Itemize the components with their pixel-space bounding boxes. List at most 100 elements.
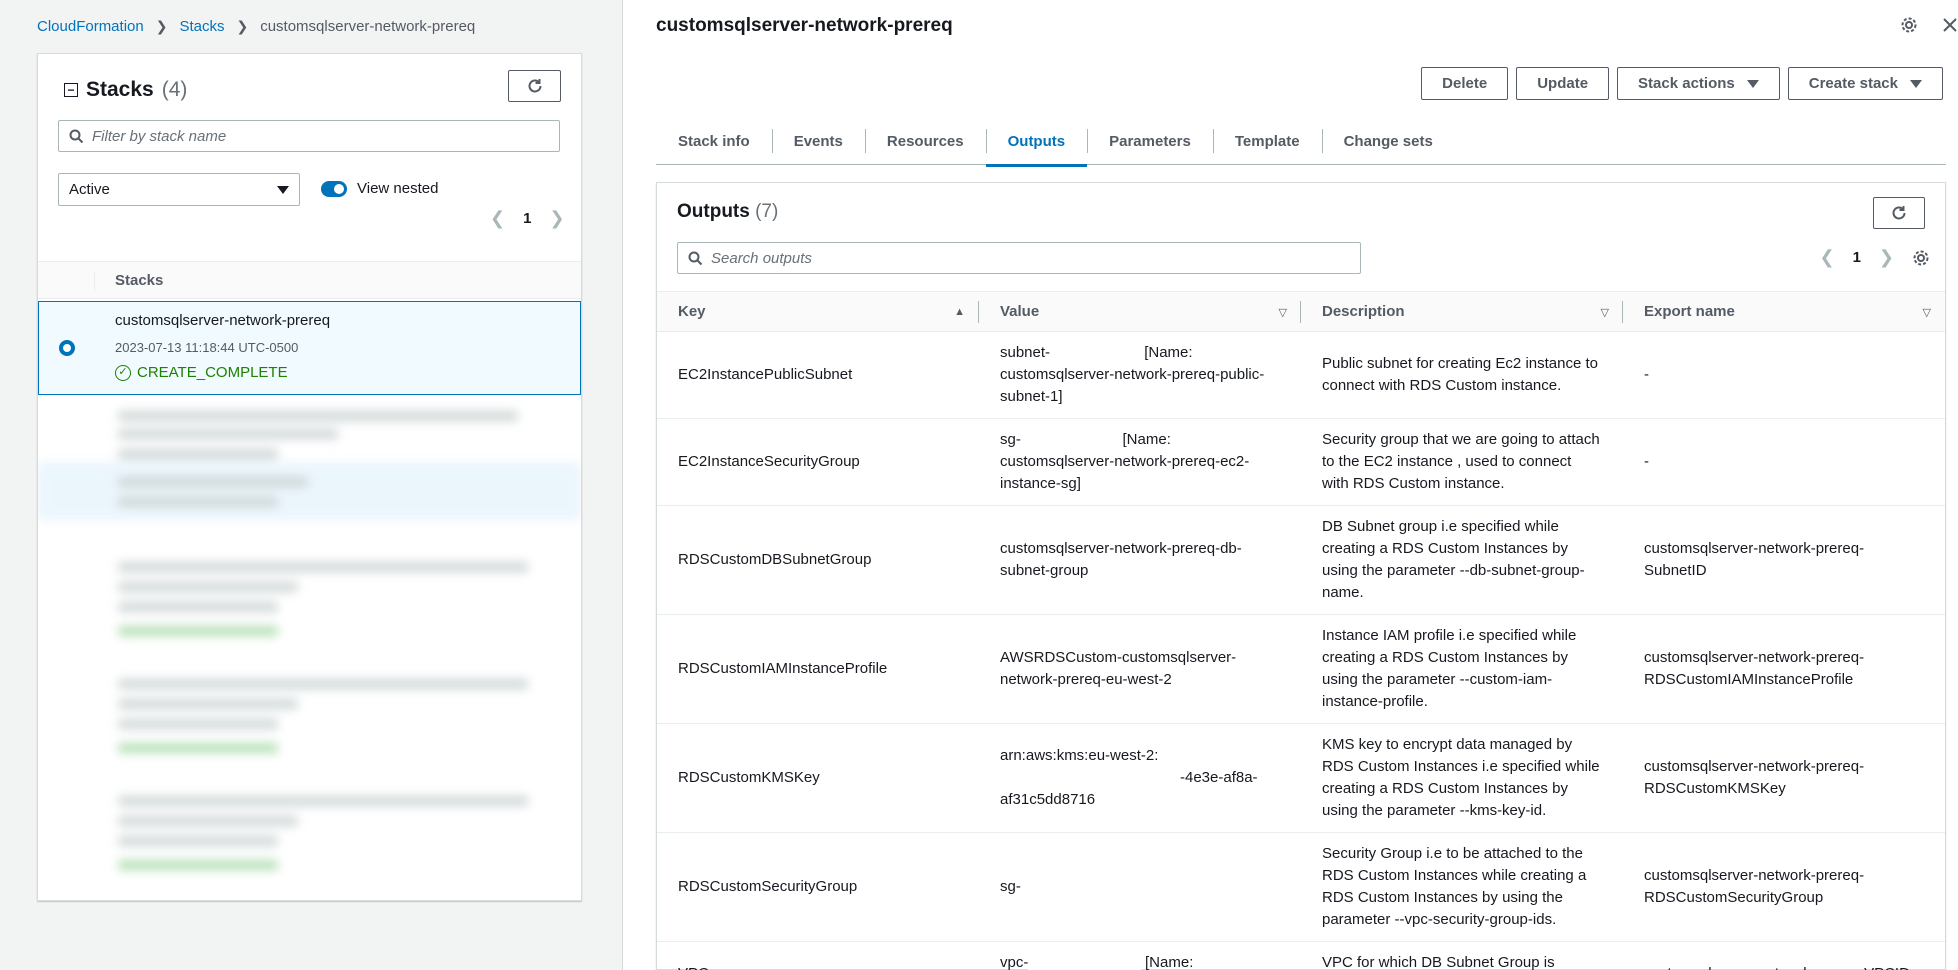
output-value-prefix: subnet- (1000, 344, 1051, 361)
column-key[interactable]: Key ▲ (657, 291, 979, 332)
redacted-value: xxxxxxxxxxxxxxx (1020, 876, 1134, 898)
tab-events[interactable]: Events (771, 117, 865, 165)
stack-actions-button[interactable]: Stack actions (1617, 67, 1780, 100)
stack-name[interactable]: customsqlserver-network-prereq (115, 312, 330, 329)
filter-placeholder: Filter by stack name (92, 127, 227, 145)
view-nested-label: View nested (357, 180, 439, 197)
stacks-card: − Stacks (4) Filter by stack name Active… (37, 53, 582, 901)
output-export: customsqlserver-network-prereq-RDSCustom… (1623, 723, 1945, 833)
blurred-stack-rows (38, 778, 581, 888)
gear-icon[interactable] (1912, 249, 1930, 267)
panel-top-icons (1900, 16, 1958, 34)
output-description: VPC for which DB Subnet Group is created… (1301, 941, 1623, 970)
redacted-value: xxxxxxxxxxxxxxx (1028, 952, 1141, 970)
breadcrumb-stacks[interactable]: Stacks (179, 18, 224, 35)
sort-icon[interactable]: ▽ (1601, 306, 1609, 319)
column-divider (94, 271, 95, 291)
update-button[interactable]: Update (1516, 67, 1610, 100)
outputs-title: Outputs (677, 201, 750, 222)
column-export-name[interactable]: Export name ▽ (1623, 291, 1945, 332)
status-filter-select[interactable]: Active (58, 173, 300, 206)
update-button-label: Update (1537, 75, 1589, 92)
output-key: VPC (657, 941, 979, 970)
prev-page-icon[interactable]: ❮ (1819, 247, 1834, 268)
stack-actions-label: Stack actions (1638, 75, 1735, 92)
column-description[interactable]: Description ▽ (1301, 291, 1623, 332)
column-value[interactable]: Value ▽ (979, 291, 1301, 332)
refresh-stacks-button[interactable] (508, 70, 561, 102)
status-filter-value: Active (69, 181, 110, 198)
stacks-pagination: ❮ 1 ❯ (490, 208, 565, 229)
output-key: RDSCustomIAMInstanceProfile (657, 614, 979, 724)
output-export: customsqlserver-network-prereq-RDSCustom… (1623, 832, 1945, 942)
output-description: Instance IAM profile i.e specified while… (1301, 614, 1623, 724)
output-description: Security group that we are going to atta… (1301, 418, 1623, 506)
prev-page-icon[interactable]: ❮ (490, 208, 505, 229)
check-circle-icon: ✓ (115, 364, 131, 381)
refresh-icon (1892, 206, 1906, 220)
chevron-right-icon: ❯ (155, 17, 168, 34)
delete-button[interactable]: Delete (1421, 67, 1509, 100)
output-key: RDSCustomSecurityGroup (657, 832, 979, 942)
stack-date: 2023-07-13 11:18:44 UTC-0500 (115, 340, 299, 355)
caret-down-icon (1910, 79, 1922, 88)
stacks-panel: CloudFormation ❯ Stacks ❯ customsqlserve… (0, 0, 622, 970)
breadcrumb-current: customsqlserver-network-prereq (260, 17, 476, 35)
create-stack-button[interactable]: Create stack (1787, 67, 1943, 100)
close-icon[interactable] (1942, 17, 1958, 33)
output-export: - (1623, 331, 1945, 419)
table-row: RDSCustomSecurityGroup sg-xxxxxxxxxxxxxx… (657, 832, 1945, 942)
search-outputs-input[interactable]: Search outputs (677, 242, 1361, 274)
next-page-icon[interactable]: ❯ (549, 208, 564, 229)
sort-ascending-icon[interactable]: ▲ (954, 306, 965, 318)
redacted-value: xxxxxxxxxxxx (1050, 342, 1141, 364)
stack-row-selected[interactable]: customsqlserver-network-prereq 2023-07-1… (38, 301, 581, 395)
stacks-page-number[interactable]: 1 (523, 210, 531, 227)
table-row: EC2InstancePublicSubnet subnet-xxxxxxxxx… (657, 331, 1945, 419)
next-page-icon[interactable]: ❯ (1879, 247, 1894, 268)
view-nested-toggle[interactable] (321, 180, 347, 197)
tab-outputs[interactable]: Outputs (985, 117, 1088, 167)
tab-stack-info[interactable]: Stack info (656, 117, 772, 165)
output-description: Public subnet for creating Ec2 instance … (1301, 331, 1623, 419)
stack-status: ✓ CREATE_COMPLETE (115, 364, 288, 381)
collapse-icon[interactable]: − (64, 83, 78, 97)
gear-icon[interactable] (1900, 16, 1918, 34)
sort-icon[interactable]: ▽ (1279, 306, 1287, 319)
output-export: customsqlserver-network-prereq-RDSCustom… (1623, 614, 1945, 724)
breadcrumb-cloudformation[interactable]: CloudFormation (37, 18, 144, 35)
output-key: EC2InstancePublicSubnet (657, 331, 979, 419)
output-value: vpc-xxxxxxxxxxxxxxx [Name: customsqlserv… (979, 941, 1301, 970)
output-value: customsqlserver-network-prereq-db-subnet… (979, 505, 1301, 615)
output-value: arn:aws:kms:eu-west-2: xxxxxxxxxxxxxxxxxx… (979, 723, 1301, 833)
chevron-right-icon: ❯ (236, 17, 249, 34)
tab-parameters[interactable]: Parameters (1087, 117, 1213, 165)
create-stack-label: Create stack (1808, 75, 1898, 92)
view-nested-toggle-wrap: View nested (321, 180, 438, 197)
outputs-title-wrap: Outputs (7) (677, 201, 778, 223)
sort-icon[interactable]: ▽ (1923, 306, 1931, 319)
tab-change-sets[interactable]: Change sets (1321, 117, 1455, 165)
outputs-count: (7) (755, 201, 779, 222)
breadcrumb: CloudFormation ❯ Stacks ❯ customsqlserve… (37, 16, 475, 36)
outputs-header-row: Key ▲ Value ▽ Description ▽ Export name ▽ (657, 291, 1945, 332)
output-value: sg-xxxxxxxxxxxxx [Name: customsqlserver-… (979, 418, 1301, 506)
tab-template[interactable]: Template (1212, 117, 1322, 165)
delete-button-label: Delete (1442, 75, 1488, 92)
page-title: customsqlserver-network-prereq (656, 15, 953, 36)
output-key: RDSCustomDBSubnetGroup (657, 505, 979, 615)
outputs-page-number[interactable]: 1 (1853, 249, 1861, 266)
output-export: - (1623, 418, 1945, 506)
tab-resources[interactable]: Resources (864, 117, 986, 165)
output-value-prefix: sg- (1000, 878, 1021, 895)
table-row: RDSCustomKMSKey arn:aws:kms:eu-west-2: xx… (657, 723, 1945, 833)
filter-stacks-input[interactable]: Filter by stack name (58, 120, 560, 152)
output-key: EC2InstanceSecurityGroup (657, 418, 979, 506)
refresh-outputs-button[interactable] (1873, 197, 1925, 229)
stacks-title: Stacks (86, 78, 154, 101)
outputs-card: Outputs (7) Search outputs ❮ 1 ❯ Key ▲ Va… (656, 182, 1946, 970)
refresh-icon (528, 79, 541, 93)
output-value: AWSRDSCustom-customsqlserver-network-pre… (979, 614, 1301, 724)
stack-radio-selected[interactable] (59, 340, 75, 356)
table-row: VPC vpc-xxxxxxxxxxxxxxx [Name: customsql… (657, 941, 1945, 970)
